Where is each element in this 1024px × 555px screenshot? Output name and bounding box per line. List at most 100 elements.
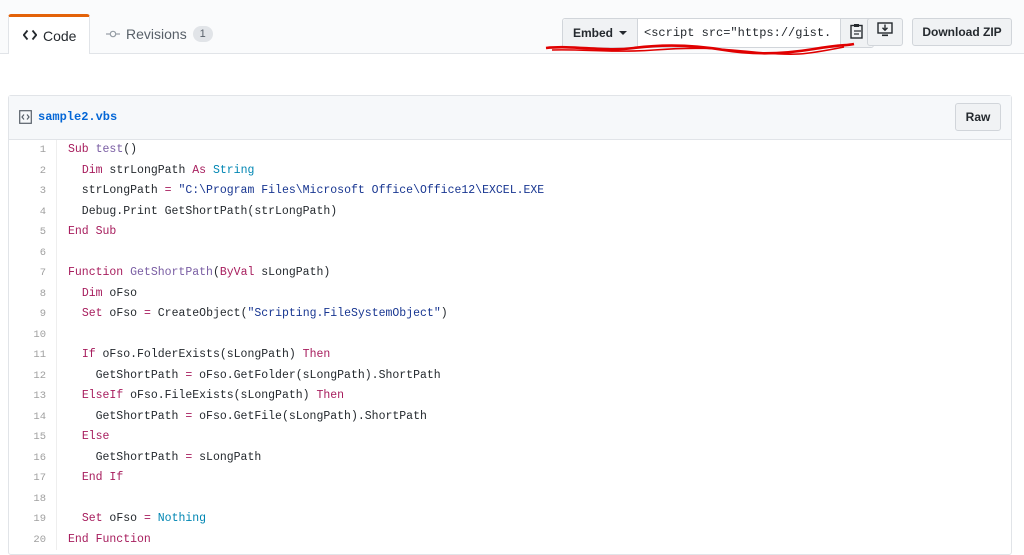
code-line: 18 [9, 488, 1011, 510]
code-line: 11 If oFso.FolderExists(sLongPath) Then [9, 345, 1011, 366]
line-number[interactable]: 20 [9, 529, 57, 550]
code-line: 15 Else [9, 427, 1011, 448]
code-token: String [212, 163, 255, 177]
line-number[interactable]: 15 [9, 427, 57, 448]
code-token: End If [81, 471, 124, 484]
code-text: Dim strLongPath As String [57, 161, 255, 182]
code-line: 2 Dim strLongPath As String [9, 160, 1011, 182]
code-text: End Sub [57, 222, 116, 243]
code-line: 14 GetShortPath = oFso.GetFile(sLongPath… [9, 406, 1011, 428]
code-token: Else [81, 430, 110, 443]
code-token: = [143, 307, 151, 320]
code-token: Dim [81, 163, 103, 177]
code-token: ByVal [219, 266, 255, 279]
commit-icon [106, 26, 120, 42]
code-line: 19 Set oFso = Nothing [9, 509, 1011, 530]
code-text: Debug.Print GetShortPath(strLongPath) [57, 202, 337, 223]
code-token: oFso.FolderExists(sLongPath) [95, 348, 303, 361]
code-line: 7 Function GetShortPath(ByVal sLongPath) [9, 263, 1011, 284]
code-token: Then [302, 348, 331, 361]
line-number[interactable]: 5 [9, 222, 57, 243]
code-token: Nothing [157, 512, 207, 525]
red-underline-annotation [545, 42, 855, 56]
code-text: Dim oFso [57, 284, 137, 305]
code-token: Set [81, 512, 103, 525]
gist-header: Code Revisions 1 Embed Download ZIP [0, 0, 1024, 54]
code-text: Sub test() [57, 140, 137, 161]
code-token: GetShortPath [130, 266, 213, 279]
tab-code-label: Code [43, 27, 77, 44]
code-token: End Function [68, 532, 151, 546]
code-text: End If [57, 468, 123, 489]
line-number[interactable]: 7 [9, 263, 57, 284]
line-number[interactable]: 10 [9, 324, 57, 345]
code-text: strLongPath = "C:\Program Files\Microsof… [57, 181, 544, 202]
code-text: GetShortPath = oFso.GetFile(sLongPath).S… [57, 407, 427, 428]
tab-code[interactable]: Code [8, 14, 90, 54]
line-number[interactable]: 12 [9, 365, 57, 386]
code-line: 8 Dim oFso [9, 283, 1011, 305]
file-code-icon [19, 110, 32, 129]
code-line: 9 Set oFso = CreateObject("Scripting.Fil… [9, 304, 1011, 325]
code-token: oFso.GetFile(sLongPath).ShortPath [192, 409, 427, 423]
line-number[interactable]: 19 [9, 509, 57, 530]
code-line: 12 GetShortPath = oFso.GetFolder(sLongPa… [9, 365, 1011, 386]
line-number[interactable]: 4 [9, 201, 57, 222]
line-number[interactable]: 2 [9, 160, 57, 181]
line-number[interactable]: 9 [9, 304, 57, 325]
code-token: oFso [102, 512, 144, 525]
code-text: Set oFso = Nothing [57, 509, 206, 530]
code-token: Dim [81, 286, 103, 300]
line-number[interactable]: 11 [9, 345, 57, 366]
code-listing: 1 Sub test() 2 Dim strLongPath As String 3 … [9, 140, 1011, 550]
code-token: oFso.FileExists(sLongPath) [123, 389, 317, 402]
line-number[interactable]: 14 [9, 406, 57, 427]
revisions-count-badge: 1 [192, 26, 213, 42]
code-token: Debug.Print GetShortPath(strLongPath) [68, 204, 338, 218]
line-number[interactable]: 8 [9, 283, 57, 304]
line-number[interactable]: 16 [9, 447, 57, 468]
code-token: = [164, 184, 172, 197]
code-token: oFso [102, 307, 144, 320]
code-line: 4 Debug.Print GetShortPath(strLongPath) [9, 201, 1011, 223]
open-in-desktop-button[interactable] [867, 18, 903, 46]
code-token: strLongPath [68, 184, 165, 197]
line-number[interactable]: 13 [9, 386, 57, 407]
line-number[interactable]: 1 [9, 140, 57, 161]
line-number[interactable]: 3 [9, 181, 57, 202]
code-line: 17 End If [9, 468, 1011, 489]
code-token: sLongPath [192, 450, 262, 464]
line-number[interactable]: 6 [9, 242, 57, 263]
code-text: If oFso.FolderExists(sLongPath) Then [57, 345, 330, 366]
code-text: End Function [57, 530, 151, 551]
download-zip-button[interactable]: Download ZIP [912, 18, 1012, 46]
line-number[interactable]: 17 [9, 468, 57, 489]
tab-revisions[interactable]: Revisions 1 [106, 14, 213, 54]
code-token: strLongPath [102, 163, 193, 177]
code-line: 6 [9, 242, 1011, 263]
code-token: GetShortPath [68, 409, 186, 423]
code-token: Sub [68, 143, 89, 156]
file-box: sample2.vbs Raw 1 Sub test() 2 Dim strLong… [8, 95, 1012, 555]
code-line: 20 End Function [9, 529, 1011, 551]
code-token: Set [81, 307, 103, 320]
raw-button[interactable]: Raw [955, 103, 1001, 131]
line-number[interactable]: 18 [9, 488, 57, 509]
code-text: Else [57, 427, 110, 448]
code-token: ElseIf [81, 389, 124, 402]
file-name-link[interactable]: sample2.vbs [38, 110, 117, 124]
code-token: "Scripting.FileSystemObject" [247, 307, 441, 320]
code-token: GetShortPath [68, 450, 186, 464]
code-text: ElseIf oFso.FileExists(sLongPath) Then [57, 386, 344, 407]
code-token: If [81, 348, 96, 361]
code-line: 10 [9, 324, 1011, 346]
